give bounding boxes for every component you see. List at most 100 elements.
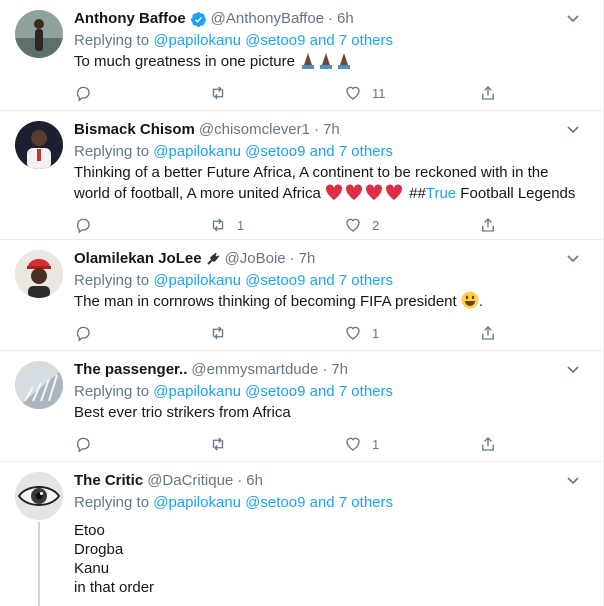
verified-badge-icon bbox=[190, 11, 206, 27]
author-name[interactable]: The passenger.. bbox=[74, 359, 187, 381]
retweet-button[interactable] bbox=[209, 324, 344, 342]
red-hearts-emoji-icon bbox=[321, 184, 409, 202]
separator-dot: · bbox=[313, 121, 319, 138]
avatar[interactable] bbox=[15, 121, 63, 169]
replying-to-users-link[interactable]: @papilokanu @setoo9 and 7 others bbox=[153, 32, 393, 49]
like-button[interactable]: 1 bbox=[344, 435, 479, 453]
replying-to: Replying to @papilokanu @setoo9 and 7 ot… bbox=[74, 492, 587, 513]
separator-dot: · bbox=[328, 10, 334, 27]
share-button[interactable] bbox=[479, 84, 519, 102]
retweet-button[interactable]: 1 bbox=[209, 216, 344, 234]
share-icon bbox=[482, 218, 494, 232]
chevron-down-icon[interactable] bbox=[565, 121, 581, 137]
replying-to-label: Replying to bbox=[74, 383, 150, 400]
author-name[interactable]: Olamilekan JoLee bbox=[74, 248, 202, 270]
replying-to: Replying to @papilokanu @setoo9 and 7 ot… bbox=[74, 270, 587, 291]
share-button[interactable] bbox=[479, 324, 519, 342]
retweet-button[interactable] bbox=[209, 435, 344, 453]
tweet-text: Etoo Drogba Kanu in that order bbox=[74, 521, 587, 597]
timestamp[interactable]: 6h bbox=[246, 470, 263, 492]
tweet-text-line: in that order bbox=[74, 579, 155, 596]
avatar[interactable] bbox=[15, 472, 63, 520]
heart-icon bbox=[346, 218, 360, 232]
like-button[interactable]: 2 bbox=[344, 216, 479, 234]
avatar[interactable] bbox=[15, 10, 63, 58]
tweet-card[interactable]: The passenger.. @emmysmartdude · 7h Repl… bbox=[0, 351, 603, 462]
avatar[interactable] bbox=[15, 361, 63, 409]
chevron-down-icon[interactable] bbox=[565, 472, 581, 488]
retweet-icon bbox=[212, 326, 224, 340]
heart-icon bbox=[346, 86, 360, 100]
chevron-down-icon[interactable] bbox=[565, 250, 581, 266]
tweet-card[interactable]: Anthony Baffoe @AnthonyBaffoe · 6h Reply… bbox=[0, 0, 603, 111]
tweet-text: Best ever trio strikers from Africa bbox=[74, 404, 291, 421]
tweet-actions: 1 2 bbox=[74, 204, 587, 244]
share-icon bbox=[482, 326, 494, 340]
separator-dot: · bbox=[322, 361, 328, 378]
reply-icon bbox=[76, 437, 90, 453]
author-name[interactable]: The Critic bbox=[74, 470, 143, 492]
replying-to-label: Replying to bbox=[74, 272, 150, 289]
tweet-card[interactable]: Olamilekan JoLee @JoBoie · 7h Replying t… bbox=[0, 240, 603, 351]
share-button[interactable] bbox=[479, 216, 519, 234]
plug-emoji-icon bbox=[206, 252, 219, 265]
replying-to-users-link[interactable]: @papilokanu @setoo9 and 7 others bbox=[153, 383, 393, 400]
retweet-icon bbox=[212, 86, 224, 100]
reply-button[interactable] bbox=[74, 216, 209, 234]
replying-to-label: Replying to bbox=[74, 494, 150, 511]
author-name[interactable]: Anthony Baffoe bbox=[74, 8, 186, 30]
timestamp[interactable]: 6h bbox=[337, 8, 354, 30]
hashtag-link[interactable]: True bbox=[426, 185, 456, 202]
tweet-text-content: To much greatness in one picture bbox=[74, 53, 300, 70]
tweet-text-content: The man in cornrows thinking of becoming… bbox=[74, 293, 461, 310]
retweet-icon bbox=[212, 218, 224, 232]
tweet-text-line: Thinking of a better Future Africa, A co… bbox=[74, 164, 549, 181]
tweet-text-line: Etoo bbox=[74, 522, 105, 539]
author-handle[interactable]: @emmysmartdude bbox=[191, 359, 318, 381]
replying-to-users-link[interactable]: @papilokanu @setoo9 and 7 others bbox=[153, 272, 393, 289]
retweet-count: 1 bbox=[237, 217, 245, 233]
like-count: 2 bbox=[372, 217, 380, 233]
timeline-feed: Anthony Baffoe @AnthonyBaffoe · 6h Reply… bbox=[0, 0, 604, 606]
replying-to-label: Replying to bbox=[74, 143, 150, 160]
replying-to: Replying to @papilokanu @setoo9 and 7 ot… bbox=[74, 30, 587, 51]
author-handle[interactable]: @AnthonyBaffoe bbox=[211, 8, 324, 30]
author-handle[interactable]: @DaCritique bbox=[147, 470, 233, 492]
tweet-actions: 1 bbox=[74, 312, 587, 352]
replying-to-users-link[interactable]: @papilokanu @setoo9 and 7 others bbox=[153, 143, 393, 160]
avatar[interactable] bbox=[15, 250, 63, 298]
share-button[interactable] bbox=[479, 435, 519, 453]
chevron-down-icon[interactable] bbox=[565, 361, 581, 377]
tweet-text: The man in cornrows thinking of becoming… bbox=[74, 291, 484, 310]
replying-to-label: Replying to bbox=[74, 32, 150, 49]
reply-button[interactable] bbox=[74, 324, 209, 342]
author-name[interactable]: Bismack Chisom bbox=[74, 119, 195, 141]
reply-icon bbox=[76, 86, 90, 102]
thread-connector-line bbox=[38, 522, 40, 606]
author-handle[interactable]: @JoBoie bbox=[225, 248, 286, 270]
tweet-card[interactable]: Bismack Chisom @chisomclever1 · 7h Reply… bbox=[0, 111, 603, 240]
replying-to: Replying to @papilokanu @setoo9 and 7 ot… bbox=[74, 141, 587, 162]
like-button[interactable]: 11 bbox=[344, 84, 479, 102]
like-count: 11 bbox=[372, 85, 386, 101]
like-count: 1 bbox=[372, 436, 380, 452]
retweet-icon bbox=[212, 437, 224, 451]
timestamp[interactable]: 7h bbox=[299, 248, 316, 270]
replying-to-users-link[interactable]: @papilokanu @setoo9 and 7 others bbox=[153, 494, 393, 511]
timestamp[interactable]: 7h bbox=[323, 119, 340, 141]
retweet-button[interactable] bbox=[209, 84, 344, 102]
heart-icon bbox=[346, 326, 360, 340]
tweet-text-line: Drogba bbox=[74, 541, 124, 558]
reply-button[interactable] bbox=[74, 435, 209, 453]
reply-icon bbox=[76, 218, 90, 234]
smiley-emoji-icon bbox=[461, 291, 479, 309]
tweet-card[interactable]: The Critic @DaCritique · 6h Replying to … bbox=[0, 462, 603, 606]
reply-icon bbox=[76, 326, 90, 342]
like-button[interactable]: 1 bbox=[344, 324, 479, 342]
reply-button[interactable] bbox=[74, 84, 209, 102]
author-handle[interactable]: @chisomclever1 bbox=[199, 119, 310, 141]
timestamp[interactable]: 7h bbox=[331, 359, 348, 381]
praying-hands-emoji-icon bbox=[299, 53, 353, 70]
heart-icon bbox=[346, 437, 360, 451]
chevron-down-icon[interactable] bbox=[565, 10, 581, 26]
